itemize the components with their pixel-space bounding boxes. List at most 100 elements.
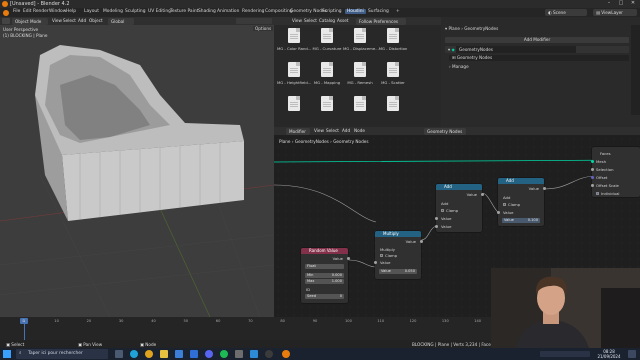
asset-tile[interactable]: MG - Distortion: [378, 26, 408, 56]
offset-socket[interactable]: [590, 176, 594, 179]
asset-tile[interactable]: MG - Color Rand...: [277, 26, 311, 56]
asset-tile[interactable]: [345, 94, 375, 124]
transform-orientation-dropdown[interactable]: Global: [108, 17, 134, 25]
tab-animation[interactable]: Animation: [215, 9, 241, 14]
vscode-icon[interactable]: [250, 350, 258, 358]
tab-scripting[interactable]: Scripting: [320, 9, 344, 14]
scene-selector[interactable]: ◐ Scene: [545, 9, 587, 16]
menu-file[interactable]: File: [13, 9, 20, 14]
task-view-icon[interactable]: [115, 350, 123, 358]
add-node-1-operation[interactable]: Add: [441, 201, 448, 206]
taskbar-search-box[interactable]: ⌕ Taper ici pour rechercher: [16, 349, 108, 359]
asset-tile[interactable]: [279, 94, 309, 124]
add-node-2[interactable]: Add Value Add Clamp Value Value 0.100: [496, 178, 546, 226]
add-modifier-button[interactable]: Add Modifier: [445, 37, 629, 43]
random-seed-field[interactable]: Seed 0: [305, 294, 344, 299]
windows-start-icon[interactable]: [3, 350, 11, 358]
random-value-node[interactable]: Random Value Value Float Min 0.000 Max 1…: [301, 248, 350, 303]
viewport-menu-view[interactable]: View: [52, 18, 62, 23]
view-layer-selector[interactable]: ▤ ViewLayer: [593, 9, 637, 16]
asset-menu-select[interactable]: Select: [304, 18, 317, 23]
multiply-input-socket[interactable]: [373, 261, 377, 264]
add-node-1-output-socket[interactable]: [480, 193, 484, 196]
library-dropdown[interactable]: Follow Preferences: [356, 17, 406, 25]
viewport-menu-object[interactable]: Object: [89, 18, 103, 23]
multiply-output-socket[interactable]: [419, 240, 423, 243]
blender-menu-icon[interactable]: [3, 9, 9, 16]
multiply-node[interactable]: Multiply Value Multiply Clamp Value Valu…: [373, 231, 423, 279]
mail-icon[interactable]: [190, 350, 198, 358]
asset-tile[interactable]: MG - Curvature: [312, 26, 342, 56]
add-node-2-input-socket[interactable]: [496, 211, 500, 214]
app-icon[interactable]: [235, 350, 243, 358]
add-node-2-operation[interactable]: Add: [503, 195, 510, 200]
maximize-icon[interactable]: □: [616, 0, 626, 8]
asset-tile[interactable]: [312, 94, 342, 124]
asset-menu-catalog[interactable]: Catalog: [319, 18, 335, 23]
tab-sculpting[interactable]: Sculpting: [123, 9, 148, 14]
offset-scale-socket[interactable]: [590, 184, 594, 187]
menu-render[interactable]: Render: [33, 9, 49, 14]
shading-mode-icons[interactable]: [236, 18, 272, 24]
file-explorer-icon[interactable]: [160, 350, 168, 358]
asset-tile[interactable]: MG - Remesh: [345, 60, 375, 90]
manage-panel[interactable]: › Manage: [449, 64, 469, 69]
add-node-2-value-field[interactable]: Value 0.100: [502, 218, 540, 223]
multiply-operation[interactable]: Multiply: [380, 247, 395, 252]
close-icon[interactable]: ✕: [628, 0, 638, 8]
asset-tile[interactable]: MG - Scatter: [378, 60, 408, 90]
modifier-name-field[interactable]: GeometryNodes: [456, 46, 576, 53]
menu-help[interactable]: Help: [66, 9, 76, 14]
add-node-1-input-socket-1[interactable]: [434, 217, 438, 220]
clock[interactable]: 08:28 21/09/2024: [594, 349, 624, 360]
asset-tile[interactable]: MG - Displaceme...: [343, 26, 379, 56]
store-icon[interactable]: [175, 350, 183, 358]
individual-checkbox[interactable]: [596, 192, 599, 195]
obs-icon[interactable]: [265, 350, 273, 358]
asset-tile[interactable]: MG - Heightfield...: [277, 60, 311, 90]
add-node-2-output-socket[interactable]: [542, 187, 546, 190]
add-node-1-input-socket-2[interactable]: [434, 225, 438, 228]
asset-tile[interactable]: [378, 94, 408, 124]
menu-window[interactable]: Window: [49, 9, 66, 14]
blender-taskbar-icon[interactable]: [282, 350, 290, 358]
random-min-field[interactable]: Min 0.000: [305, 273, 344, 278]
add-node-1-clamp-checkbox[interactable]: [441, 209, 444, 212]
node-group-selector[interactable]: ⊞ Geometry Nodes: [449, 55, 629, 61]
spotify-icon[interactable]: [220, 350, 228, 358]
tray-icons[interactable]: [540, 351, 590, 357]
add-node-2-clamp-checkbox[interactable]: [503, 203, 506, 206]
add-node-1-header[interactable]: Add: [436, 184, 482, 190]
selection-socket[interactable]: [590, 168, 594, 171]
editor-type-icon[interactable]: [2, 18, 10, 24]
minimize-icon[interactable]: –: [604, 0, 614, 8]
add-node-1[interactable]: Add Value Add Clamp Value Value: [434, 184, 484, 232]
tab-modeling[interactable]: Modeling: [101, 9, 125, 14]
viewport-menu-select[interactable]: Select: [63, 18, 76, 23]
asset-tile[interactable]: MG - Mapping: [312, 60, 342, 90]
random-max-field[interactable]: Max 1.000: [305, 279, 344, 284]
random-type-dropdown[interactable]: Float: [305, 264, 344, 269]
3d-viewport[interactable]: Object Mode View Select Add Object Globa…: [0, 17, 274, 317]
asset-menu-view[interactable]: View: [292, 18, 302, 23]
viewport-menu-add[interactable]: Add: [78, 18, 86, 23]
add-node-2-header[interactable]: Add: [498, 178, 544, 184]
menu-edit[interactable]: Edit: [23, 9, 32, 14]
multiply-header[interactable]: Multiply: [375, 231, 421, 237]
notification-icon[interactable]: [628, 350, 636, 358]
tab-houdini[interactable]: Houdini: [345, 9, 366, 14]
mesh-socket[interactable]: [590, 160, 594, 163]
tab-surfacing[interactable]: Surfacing: [366, 9, 391, 14]
set-position-node[interactable]: Faces Mesh Selection Offset Offset Scale…: [590, 147, 640, 197]
random-value-output-socket[interactable]: [346, 257, 350, 260]
discord-icon[interactable]: [205, 350, 213, 358]
multiply-value-field[interactable]: Value 0.050: [379, 269, 417, 274]
add-workspace-button[interactable]: +: [394, 9, 402, 14]
edge-icon[interactable]: [130, 350, 138, 358]
mode-dropdown[interactable]: Object Mode: [12, 17, 48, 25]
chrome-icon[interactable]: [145, 350, 153, 358]
asset-menu-asset[interactable]: Asset: [337, 18, 348, 23]
multiply-clamp-checkbox[interactable]: [380, 254, 383, 257]
random-value-header[interactable]: Random Value: [301, 248, 348, 254]
tab-layout[interactable]: Layout: [82, 9, 101, 14]
